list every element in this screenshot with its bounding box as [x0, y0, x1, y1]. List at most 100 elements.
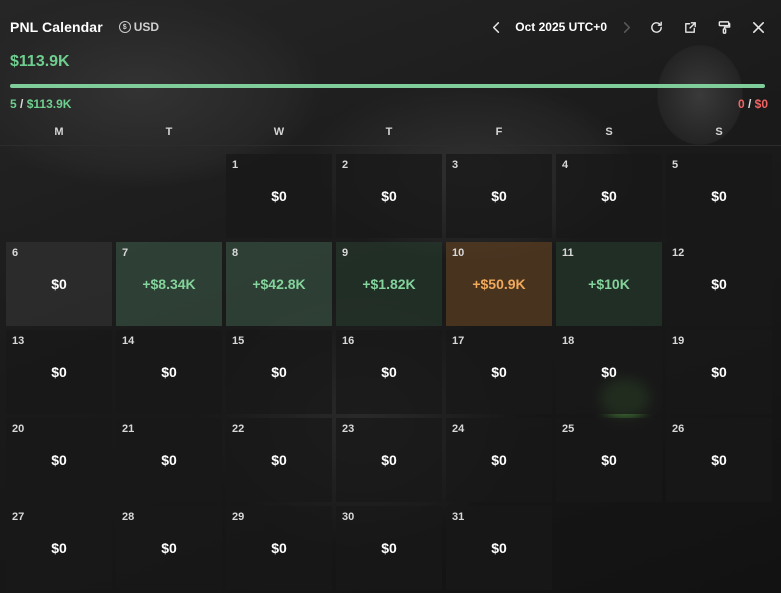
- day-cell[interactable]: 9 +$1.82K: [336, 242, 442, 326]
- day-cell[interactable]: 28 $0: [116, 506, 222, 590]
- day-pnl: +$50.9K: [472, 276, 526, 292]
- close-icon: [752, 21, 764, 33]
- day-number: 8: [232, 247, 239, 259]
- day-cell[interactable]: 25 $0: [556, 418, 662, 502]
- day-cell[interactable]: 29 $0: [226, 506, 332, 590]
- loss-separator: /: [744, 97, 755, 111]
- day-cell[interactable]: 14 $0: [116, 330, 222, 414]
- day-pnl: +$8.34K: [142, 276, 196, 292]
- day-cell[interactable]: 22 $0: [226, 418, 332, 502]
- day-cell[interactable]: 18 $0: [556, 330, 662, 414]
- day-number: 14: [122, 335, 135, 347]
- day-number: 19: [672, 335, 685, 347]
- win-summary: 5 / $113.9K: [10, 97, 71, 111]
- win-count: 5: [10, 97, 17, 111]
- day-pnl: $0: [161, 364, 177, 380]
- day-cell[interactable]: 5 $0: [666, 154, 772, 238]
- day-cell[interactable]: 4 $0: [556, 154, 662, 238]
- weekday-wed: W: [273, 126, 285, 138]
- day-pnl: $0: [271, 188, 287, 204]
- external-link-icon: [684, 21, 696, 33]
- day-cell[interactable]: 30 $0: [336, 506, 442, 590]
- weekday-sun: S: [715, 126, 723, 138]
- day-cell[interactable]: 24 $0: [446, 418, 552, 502]
- day-cell[interactable]: 19 $0: [666, 330, 772, 414]
- loss-total: $0: [754, 97, 768, 111]
- day-number: 27: [12, 511, 25, 523]
- day-pnl: +$1.82K: [362, 276, 416, 292]
- day-number: 11: [562, 247, 574, 259]
- day-pnl: $0: [491, 452, 507, 468]
- day-number: 29: [232, 511, 245, 523]
- day-pnl: $0: [601, 364, 617, 380]
- calendar-grid: 1 $0 2 $0 3 $0 4 $0 5 $0 6 $0 7 +$8.34K 8 +$42.8…: [6, 154, 772, 590]
- day-number: 13: [12, 335, 25, 347]
- day-cell[interactable]: 2 $0: [336, 154, 442, 238]
- win-loss-bar: [10, 84, 765, 88]
- day-cell[interactable]: 17 $0: [446, 330, 552, 414]
- day-number: 25: [562, 423, 575, 435]
- day-number: 17: [452, 335, 465, 347]
- day-pnl: $0: [491, 188, 507, 204]
- day-pnl: +$10K: [588, 276, 630, 292]
- weekday-thu: T: [385, 126, 393, 138]
- day-pnl: $0: [711, 452, 727, 468]
- day-pnl: +$42.8K: [252, 276, 306, 292]
- day-cell[interactable]: 8 +$42.8K: [226, 242, 332, 326]
- day-cell[interactable]: 27 $0: [6, 506, 112, 590]
- currency-selector[interactable]: $ USD: [118, 20, 160, 34]
- day-pnl: $0: [711, 188, 727, 204]
- day-number: 3: [452, 159, 459, 171]
- day-cell[interactable]: 7 +$8.34K: [116, 242, 222, 326]
- day-pnl: $0: [161, 452, 177, 468]
- day-pnl: $0: [381, 188, 397, 204]
- month-navigation: Oct 2025 UTC+0: [485, 16, 637, 38]
- day-number: 5: [672, 159, 679, 171]
- day-pnl: $0: [271, 364, 287, 380]
- day-cell[interactable]: 1 $0: [226, 154, 332, 238]
- day-cell[interactable]: 16 $0: [336, 330, 442, 414]
- day-cell[interactable]: 3 $0: [446, 154, 552, 238]
- close-button[interactable]: [747, 16, 769, 38]
- next-month-button[interactable]: [615, 16, 637, 38]
- day-number: 30: [342, 511, 355, 523]
- chevron-right-icon: [623, 21, 630, 33]
- weekday-mon: M: [54, 126, 64, 138]
- chevron-left-icon: [492, 21, 499, 33]
- day-cell[interactable]: 13 $0: [6, 330, 112, 414]
- day-cell[interactable]: 26 $0: [666, 418, 772, 502]
- day-number: 28: [122, 511, 135, 523]
- day-pnl: $0: [601, 452, 617, 468]
- day-cell[interactable]: 12 $0: [666, 242, 772, 326]
- weekday-fri: F: [495, 126, 503, 138]
- page-title: PNL Calendar: [10, 19, 103, 35]
- win-total: $113.9K: [26, 97, 72, 111]
- day-cell[interactable]: 6 $0: [6, 242, 112, 326]
- day-cell[interactable]: 11 +$10K: [556, 242, 662, 326]
- share-button[interactable]: [679, 16, 701, 38]
- theme-button[interactable]: [713, 16, 735, 38]
- day-pnl: $0: [51, 364, 67, 380]
- day-number: 12: [672, 247, 685, 259]
- day-number: 10: [452, 247, 465, 259]
- day-cell[interactable]: 23 $0: [336, 418, 442, 502]
- refresh-button[interactable]: [645, 16, 667, 38]
- win-separator: /: [16, 97, 27, 111]
- weekday-sat: S: [605, 126, 613, 138]
- day-cell[interactable]: 31 $0: [446, 506, 552, 590]
- day-pnl: $0: [491, 540, 507, 556]
- day-number: 31: [452, 511, 465, 523]
- day-pnl: $0: [51, 276, 67, 292]
- day-pnl: $0: [381, 540, 397, 556]
- prev-month-button[interactable]: [485, 16, 507, 38]
- day-cell[interactable]: 20 $0: [6, 418, 112, 502]
- loss-count: 0: [737, 97, 745, 111]
- currency-label: USD: [133, 20, 160, 34]
- day-cell[interactable]: 15 $0: [226, 330, 332, 414]
- day-number: 1: [232, 159, 239, 171]
- day-cell[interactable]: 10 +$50.9K: [446, 242, 552, 326]
- day-cell[interactable]: 21 $0: [116, 418, 222, 502]
- divider: [0, 145, 781, 146]
- empty-cell: [116, 154, 222, 238]
- day-pnl: $0: [271, 452, 287, 468]
